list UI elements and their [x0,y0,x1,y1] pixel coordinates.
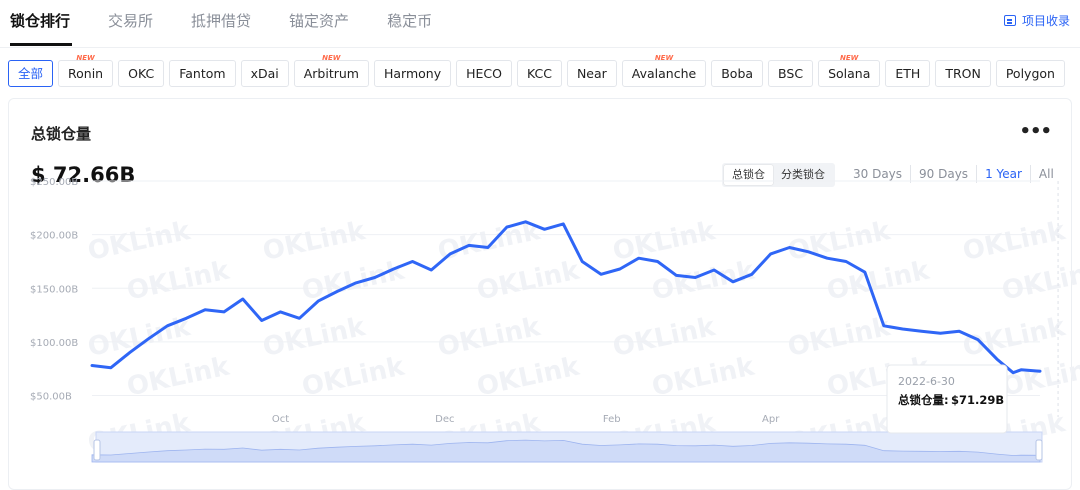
data-point [939,332,941,334]
data-point [204,309,206,311]
data-point [525,221,527,223]
x-tick-label: Dec [435,414,454,425]
watermark: OKLink [999,256,1080,307]
data-point [845,260,847,262]
data-point [506,226,508,228]
data-point [770,253,772,255]
data-point [242,298,244,300]
data-point [1020,369,1022,371]
watermark: OKLink [85,312,193,363]
watermark: OKLink [610,312,718,363]
watermark: OKLink [785,312,893,363]
zoom-handle-right [1035,439,1043,461]
data-point [468,244,470,246]
y-tick-label: $250.00B [30,177,78,188]
tvl-series-line [90,220,1042,375]
data-point [166,325,168,327]
data-point [148,338,150,340]
watermark: OKLink [124,352,232,403]
data-point [807,251,809,253]
data-point [581,260,583,262]
data-point [562,223,564,225]
x-tick-label: Oct [272,414,289,425]
data-point [958,330,960,332]
data-point [600,273,602,275]
watermark: OKLink [999,352,1080,403]
data-point [751,273,753,275]
data-point [977,339,979,341]
data-point [374,277,376,279]
data-point [543,228,545,230]
data-point [1039,370,1041,372]
watermark: OKLink [435,312,543,363]
data-point [91,365,93,367]
x-tick-label: Apr [762,414,780,425]
x-tick-label: Feb [603,414,621,425]
watermark: OKLink [124,256,232,307]
watermark: OKLink [960,312,1068,363]
data-point [280,311,282,313]
data-point [449,253,451,255]
watermark: OKLink [960,216,1068,267]
data-point [826,257,828,259]
y-tick-label: $200.00B [30,231,78,242]
data-point [996,358,998,360]
data-point [713,269,715,271]
data-point [1012,372,1014,374]
watermark: OKLink [824,256,932,307]
data-point [789,247,791,249]
data-point [487,247,489,249]
watermark: OKLink [474,256,582,307]
data-point [223,311,225,313]
watermark: OKLink [610,216,718,267]
data-point [355,282,357,284]
watermark: OKLink [649,256,757,307]
watermark: OKLink [299,352,407,403]
data-point [261,319,263,321]
tooltip-value: $71.29B [951,393,1004,407]
data-point [317,300,319,302]
data-point [864,271,866,273]
y-tick-label: $150.00B [30,284,78,295]
watermark: OKLink [474,352,582,403]
watermark: OKLink [649,352,757,403]
data-point [411,260,413,262]
data-point [902,328,904,330]
watermark: OKLink [85,216,193,267]
watermark: OKLink [260,312,368,363]
zoom-handle-left [93,439,101,461]
data-point [657,260,659,262]
data-point [185,317,187,319]
data-point [638,257,640,259]
watermark: OKLink [260,216,368,267]
data-point [393,268,395,270]
data-point [732,281,734,283]
data-point [110,367,112,369]
tvl-line-chart: OKLink OKLink OKLink OKLink OKLink OKLinkOKLi… [30,177,1080,463]
tooltip-label: 总锁仓量: [898,393,949,407]
y-tick-label: $50.00B [30,392,72,403]
data-point [675,274,677,276]
y-tick-label: $100.00B [30,338,78,349]
tooltip-date: 2022-6-30 [898,375,955,388]
watermark: OKLink [299,256,407,307]
data-point [430,269,432,271]
data-point [298,317,300,319]
data-point [619,268,621,270]
data-point [129,352,131,354]
data-point [921,330,922,332]
data-point [336,290,338,292]
data-point [694,277,696,279]
data-point [883,325,885,327]
